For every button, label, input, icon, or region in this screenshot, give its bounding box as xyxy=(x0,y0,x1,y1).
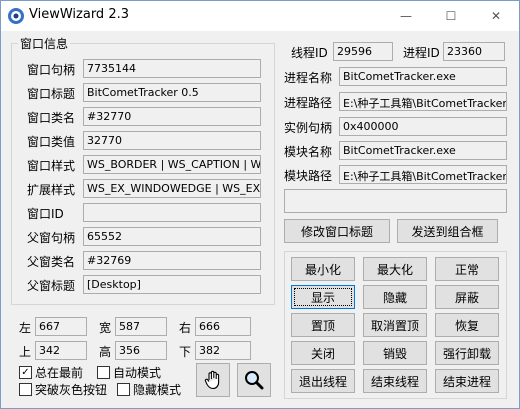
class-value-field[interactable]: 32770 xyxy=(83,131,261,150)
exit-thread-button[interactable]: 退出线程 xyxy=(291,369,355,393)
parent-class-label: 父窗类名 xyxy=(27,255,76,269)
parent-hwnd-label: 父窗句柄 xyxy=(27,231,76,245)
process-name-label: 进程名称 xyxy=(284,71,333,85)
bottom-label: 下 xyxy=(179,345,192,359)
process-path-field[interactable]: E:\种子工具箱\BitCometTracker_ xyxy=(339,92,507,111)
instance-handle-field[interactable]: 0x400000 xyxy=(339,117,507,136)
hidden-mode-label: 隐藏模式 xyxy=(133,383,182,397)
top-field[interactable]: 342 xyxy=(35,341,87,360)
window-style-label: 窗口样式 xyxy=(27,159,76,173)
destroy-window-button[interactable]: 销毁 xyxy=(363,341,427,365)
break-gray-checkbox[interactable]: 突破灰色按钮 xyxy=(19,381,107,398)
checkbox-icon xyxy=(117,383,130,396)
process-path-label: 进程路径 xyxy=(284,96,333,110)
checkbox-checked-icon: ✓ xyxy=(19,366,32,379)
module-path-field[interactable]: E:\种子工具箱\BitCometTracker_0 xyxy=(339,165,507,184)
normal-window-button[interactable]: 正常 xyxy=(435,257,499,281)
process-id-field[interactable]: 23360 xyxy=(443,42,505,61)
cancel-topmost-button[interactable]: 取消置顶 xyxy=(363,313,427,337)
terminate-thread-button[interactable]: 结束线程 xyxy=(363,369,427,393)
ex-style-field[interactable]: WS_EX_WINDOWEDGE | WS_EX_DL xyxy=(83,179,261,198)
window-title: ViewWizard 2.3 xyxy=(29,7,129,22)
width-field[interactable]: 587 xyxy=(115,317,167,336)
title-edit-input[interactable] xyxy=(284,189,507,213)
close-window-button[interactable]: 关闭 xyxy=(291,341,355,365)
app-logo-icon xyxy=(7,7,25,25)
checkbox-icon xyxy=(97,366,110,379)
process-id-label: 进程ID xyxy=(403,46,440,60)
module-name-label: 模块名称 xyxy=(284,145,333,159)
bottom-field[interactable]: 382 xyxy=(195,341,251,360)
right-field[interactable]: 666 xyxy=(195,317,251,336)
left-label: 左 xyxy=(19,321,32,335)
restore-window-button[interactable]: 恢复 xyxy=(435,313,499,337)
window-id-field[interactable] xyxy=(83,203,261,222)
auto-mode-label: 自动模式 xyxy=(113,366,162,380)
block-window-button[interactable]: 屏蔽 xyxy=(435,285,499,309)
close-icon: ✕ xyxy=(490,9,502,23)
left-field[interactable]: 667 xyxy=(35,317,87,336)
maximize-icon: ☐ xyxy=(445,9,457,23)
title-bar: ViewWizard 2.3 — ☐ ✕ xyxy=(1,1,519,31)
hand-icon xyxy=(204,370,220,390)
send-to-combo-button[interactable]: 发送到组合框 xyxy=(397,219,498,243)
finder-hand-button[interactable] xyxy=(196,363,230,397)
magnifier-icon xyxy=(245,371,264,390)
instance-handle-label: 实例句柄 xyxy=(284,121,333,135)
window-title-label: 窗口标题 xyxy=(27,87,76,101)
terminate-process-button[interactable]: 结束进程 xyxy=(435,369,499,393)
process-name-field[interactable]: BitCometTracker.exe xyxy=(339,67,507,86)
app-window: ViewWizard 2.3 — ☐ ✕ 窗口信息 窗口句柄 7735144 窗… xyxy=(0,0,520,409)
parent-title-field[interactable]: [Desktop] xyxy=(83,275,261,294)
close-button[interactable]: ✕ xyxy=(473,1,519,31)
width-label: 宽 xyxy=(99,321,112,335)
right-label: 右 xyxy=(179,321,192,335)
show-window-button[interactable]: 显示 xyxy=(291,285,355,309)
class-name-label: 窗口类名 xyxy=(27,111,76,125)
checkbox-icon xyxy=(19,383,32,396)
window-style-field[interactable]: WS_BORDER | WS_CAPTION | WS_C xyxy=(83,155,261,174)
ex-style-label: 扩展样式 xyxy=(27,183,76,197)
minimize-button[interactable]: — xyxy=(383,1,429,31)
hidden-mode-checkbox[interactable]: 隐藏模式 xyxy=(117,381,181,398)
window-id-label: 窗口ID xyxy=(27,207,64,221)
top-label: 上 xyxy=(19,345,32,359)
module-name-field[interactable]: BitCometTracker.exe xyxy=(339,141,507,160)
thread-id-label: 线程ID xyxy=(291,46,328,60)
maximize-button[interactable]: ☐ xyxy=(428,1,474,31)
hwnd-field[interactable]: 7735144 xyxy=(83,59,261,78)
class-name-field[interactable]: #32770 xyxy=(83,107,261,126)
hide-window-button[interactable]: 隐藏 xyxy=(363,285,427,309)
window-info-label: 窗口信息 xyxy=(18,35,71,52)
hwnd-label: 窗口句柄 xyxy=(27,63,76,77)
always-on-top-checkbox[interactable]: ✓ 总在最前 xyxy=(19,364,83,381)
force-unload-button[interactable]: 强行卸载 xyxy=(435,341,499,365)
auto-mode-checkbox[interactable]: 自动模式 xyxy=(97,364,161,381)
height-field[interactable]: 356 xyxy=(115,341,167,360)
magnifier-button[interactable] xyxy=(237,363,271,397)
parent-title-label: 父窗标题 xyxy=(27,279,76,293)
parent-class-field[interactable]: #32769 xyxy=(83,251,261,270)
window-title-field[interactable]: BitCometTracker 0.5 xyxy=(83,83,261,102)
minimize-icon: — xyxy=(400,9,412,23)
thread-id-field[interactable]: 29596 xyxy=(333,42,393,61)
parent-hwnd-field[interactable]: 65552 xyxy=(83,227,261,246)
height-label: 高 xyxy=(99,345,112,359)
module-path-label: 模块路径 xyxy=(284,169,333,183)
modify-title-button[interactable]: 修改窗口标题 xyxy=(284,219,390,243)
break-gray-label: 突破灰色按钮 xyxy=(35,383,108,397)
minimize-window-button[interactable]: 最小化 xyxy=(291,257,355,281)
class-value-label: 窗口类值 xyxy=(27,135,76,149)
always-on-top-label: 总在最前 xyxy=(35,366,84,380)
maximize-window-button[interactable]: 最大化 xyxy=(363,257,427,281)
set-topmost-button[interactable]: 置顶 xyxy=(291,313,355,337)
